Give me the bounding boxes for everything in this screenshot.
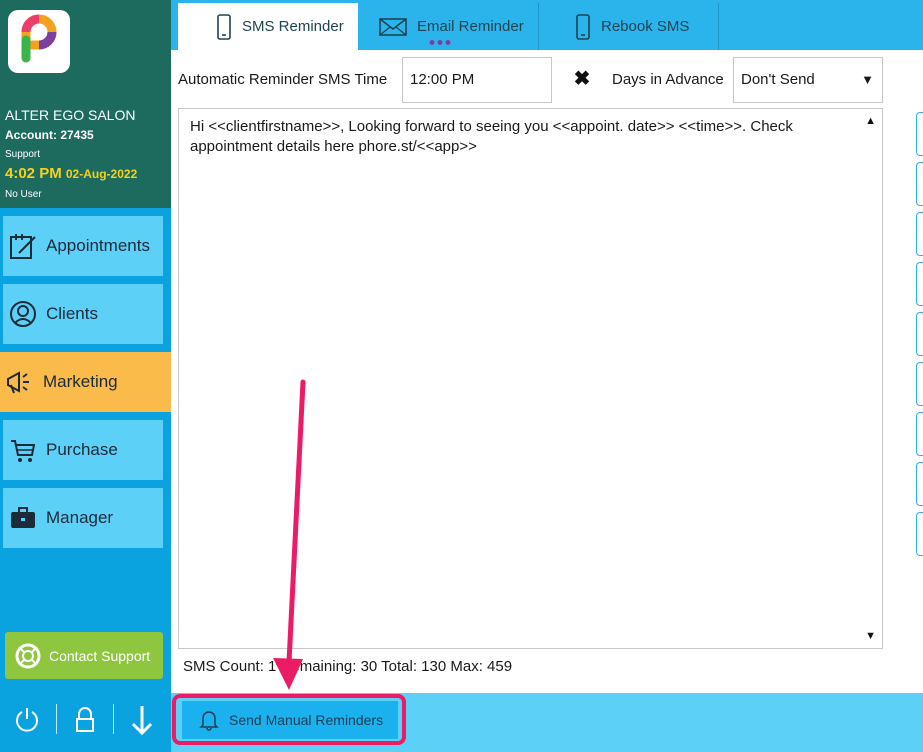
edge-tab[interactable] [916, 362, 923, 406]
tab-label: Email Reminder [417, 18, 524, 35]
footer-divider [113, 704, 114, 734]
edge-tab[interactable] [916, 162, 923, 206]
megaphone-icon [3, 365, 37, 399]
sidebar-footer [0, 700, 171, 740]
nav-item-purchase[interactable]: Purchase [3, 420, 163, 480]
clock-time: 4:02 PM [5, 165, 62, 182]
phone-icon [216, 13, 232, 40]
edge-tab[interactable] [916, 312, 923, 356]
client-icon [6, 297, 40, 331]
nav-item-manager[interactable]: Manager [3, 488, 163, 548]
support-label: Support [5, 149, 41, 160]
reminder-time-input[interactable]: 12:00 PM [402, 57, 552, 103]
nav-item-marketing[interactable]: Marketing [0, 352, 171, 412]
salon-name: ALTER EGO SALON [5, 107, 136, 123]
current-user: No User [5, 189, 42, 200]
edge-tab[interactable] [916, 212, 923, 256]
nav-item-clients[interactable]: Clients [3, 284, 163, 344]
sidebar-header: ALTER EGO SALON Account: 27435 Support 4… [0, 0, 171, 208]
app-window: ALTER EGO SALON Account: 27435 Support 4… [0, 0, 923, 752]
tab-divider [538, 3, 539, 50]
sidebar: ALTER EGO SALON Account: 27435 Support 4… [0, 0, 171, 752]
edge-tab[interactable] [916, 462, 923, 506]
lifebuoy-icon [15, 643, 41, 669]
cart-icon [6, 433, 40, 467]
down-arrow-icon[interactable] [127, 704, 157, 736]
message-textarea[interactable]: Hi <<clientfirstname>>, Looking forward … [178, 108, 883, 649]
scroll-down-icon[interactable]: ▼ [865, 630, 876, 642]
edge-tab[interactable] [916, 512, 923, 556]
days-in-advance-select[interactable]: Don't Send ▼ [733, 57, 883, 103]
tab-rebook-sms[interactable]: Rebook SMS [575, 3, 715, 50]
tab-divider [718, 3, 719, 50]
clear-icon[interactable]: ✖ [571, 68, 593, 90]
nav-item-appointments[interactable]: Appointments [3, 216, 163, 276]
edge-tab[interactable] [916, 412, 923, 456]
lock-icon[interactable] [70, 704, 100, 736]
tab-label: SMS Reminder [242, 18, 344, 35]
envelope-icon [379, 17, 407, 37]
tab-email-reminder[interactable]: Email Reminder [379, 3, 539, 50]
app-logo [8, 10, 70, 73]
edge-tab[interactable] [916, 262, 923, 306]
briefcase-icon [6, 501, 40, 535]
account-number: Account: 27435 [5, 128, 94, 142]
scroll-up-icon[interactable]: ▲ [865, 115, 876, 127]
nav-label: Clients [46, 304, 98, 323]
reminder-time-label: Automatic Reminder SMS Time [178, 71, 388, 88]
contact-support-label: Contact Support [49, 647, 151, 664]
select-value: Don't Send [741, 71, 815, 88]
calendar-edit-icon [6, 229, 40, 263]
sms-count: SMS Count: 1 Remaining: 30 Total: 130 Ma… [183, 658, 513, 675]
nav-label: Manager [46, 508, 114, 527]
edge-tab[interactable] [916, 112, 923, 156]
days-in-advance-label: Days in Advance [612, 71, 724, 88]
contact-support-button[interactable]: Contact Support [5, 632, 163, 679]
highlight-box [172, 694, 406, 745]
tab-sms-reminder[interactable]: SMS Reminder [178, 3, 358, 50]
nav-label: Appointments [46, 236, 150, 255]
nav-label: Marketing [43, 372, 118, 391]
phone-icon [575, 13, 591, 40]
clock-date: 02-Aug-2022 [65, 167, 138, 181]
tab-label: Rebook SMS [601, 18, 690, 35]
footer-divider [56, 704, 57, 734]
clock: 4:02 PM 02-Aug-2022 [5, 165, 137, 182]
power-icon[interactable] [12, 704, 42, 736]
tab-bar: SMS Reminder Email Reminder Rebook SMS [171, 0, 923, 50]
chevron-down-icon: ▼ [861, 72, 874, 87]
nav-label: Purchase [46, 440, 118, 459]
message-text: Hi <<clientfirstname>>, Looking forward … [190, 118, 793, 155]
